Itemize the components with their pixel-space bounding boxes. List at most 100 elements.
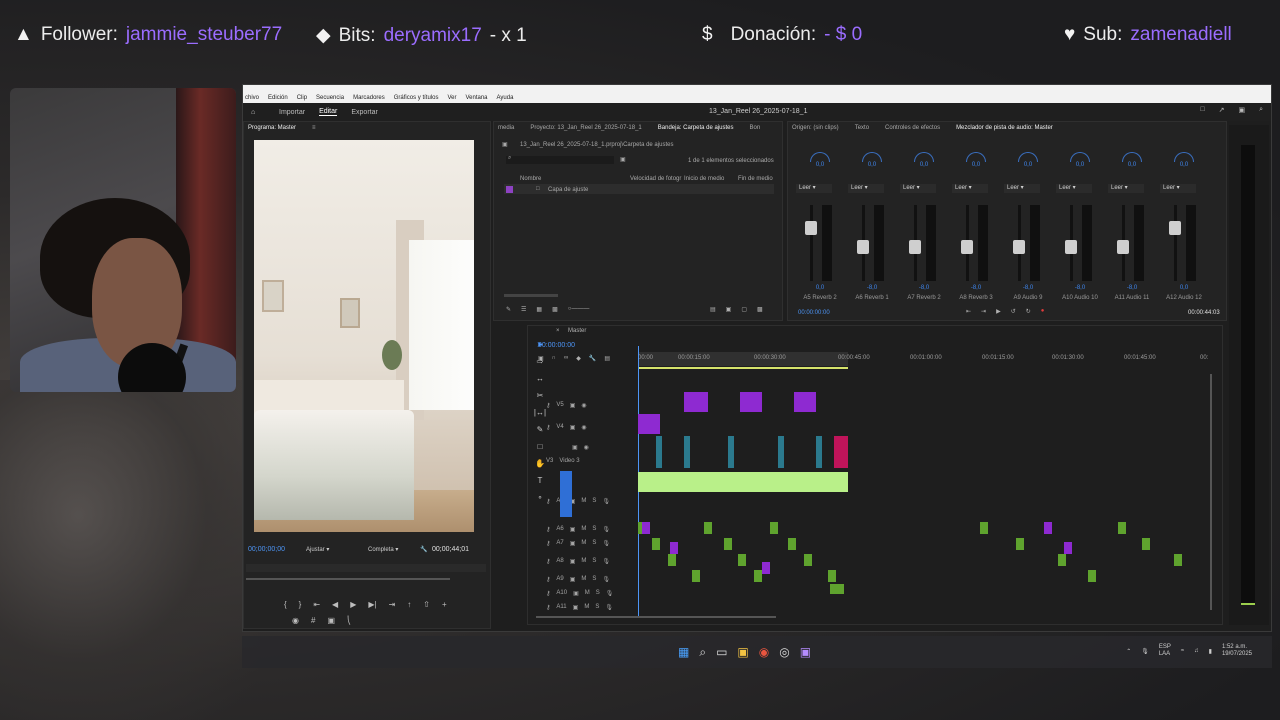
solo-button[interactable]: S bbox=[595, 604, 599, 610]
project-tab[interactable]: Proyecto: 13_Jan_Reel 26_2025-07-18_1 bbox=[530, 125, 641, 131]
fit-dropdown[interactable]: Ajustar ▾ bbox=[306, 546, 329, 553]
sync-icon[interactable]: ▣ bbox=[573, 590, 579, 597]
volume-icon[interactable]: ♫ bbox=[1194, 648, 1199, 654]
chrome-icon[interactable]: ◉ bbox=[759, 645, 769, 660]
work-area-bar[interactable] bbox=[638, 352, 848, 366]
sync-icon[interactable]: ▣ bbox=[570, 526, 576, 533]
type-tool-icon[interactable]: T bbox=[538, 476, 543, 485]
pan-knob[interactable] bbox=[914, 152, 934, 162]
project-tab[interactable]: Bon bbox=[749, 125, 760, 131]
sync-icon[interactable]: ▣ bbox=[570, 402, 576, 409]
lock-icon[interactable]: ⚷ bbox=[546, 526, 550, 533]
timeline-clip[interactable] bbox=[638, 414, 660, 434]
grid-icon[interactable]: # bbox=[311, 616, 315, 625]
timeline-clip[interactable] bbox=[834, 436, 848, 468]
mic-record-icon[interactable]: 🎙 bbox=[606, 590, 614, 597]
timeline-clip[interactable] bbox=[754, 570, 762, 582]
fader-knob[interactable] bbox=[1013, 239, 1025, 254]
sync-icon[interactable]: ▣ bbox=[572, 444, 578, 451]
timeline-clip[interactable] bbox=[1088, 570, 1096, 582]
fader-knob[interactable] bbox=[961, 239, 973, 254]
timeline-clip[interactable] bbox=[980, 522, 988, 534]
captions-icon[interactable]: ▤ bbox=[604, 355, 610, 362]
loop-play-icon[interactable]: ↺ bbox=[1011, 308, 1016, 315]
timeline-scrollbar[interactable] bbox=[536, 616, 776, 618]
mic-record-icon[interactable]: 🎙 bbox=[602, 540, 610, 547]
premiere-pro-icon[interactable]: ▣ bbox=[800, 645, 811, 660]
fader-knob[interactable] bbox=[1065, 239, 1077, 254]
program-current-timecode[interactable]: 00;00;00;00 bbox=[248, 546, 285, 553]
search-icon[interactable]: ⌕ bbox=[1259, 106, 1263, 114]
pan-knob[interactable] bbox=[862, 152, 882, 162]
timeline-clip[interactable] bbox=[684, 392, 708, 412]
timeline-timecode[interactable]: 00:00:00:00 bbox=[538, 342, 575, 349]
menu-item[interactable]: Secuencia bbox=[316, 95, 344, 101]
workspace-icon[interactable]: □ bbox=[1200, 106, 1204, 114]
bin-scrollbar[interactable] bbox=[504, 294, 558, 297]
mic-record-icon[interactable]: 🎙 bbox=[602, 526, 610, 533]
pan-knob[interactable] bbox=[1122, 152, 1142, 162]
pan-knob[interactable] bbox=[810, 152, 830, 162]
project-tab[interactable]: media bbox=[498, 125, 514, 131]
step-back-icon[interactable]: ◀ bbox=[332, 600, 338, 609]
record-icon[interactable]: ● bbox=[1041, 308, 1045, 315]
pan-knob[interactable] bbox=[1018, 152, 1038, 162]
channel-volume[interactable]: -8,0 bbox=[952, 285, 1000, 291]
wifi-icon[interactable]: ≈ bbox=[1181, 648, 1184, 654]
timeline-clip[interactable] bbox=[1142, 538, 1150, 550]
audio-track-header[interactable]: ⚷ A6 ▣ M S 🎙 bbox=[528, 522, 636, 536]
menu-item[interactable]: Ventana bbox=[465, 95, 487, 101]
timeline-clip[interactable] bbox=[762, 562, 770, 574]
timeline-clip[interactable] bbox=[788, 538, 796, 550]
track-v4[interactable]: ⚷ V4 ▣ ◉ bbox=[528, 420, 636, 434]
pan-knob[interactable] bbox=[966, 152, 986, 162]
panel-menu-icon[interactable]: ≡ bbox=[312, 125, 316, 131]
timeline-clip[interactable] bbox=[738, 554, 746, 566]
timeline-clip[interactable] bbox=[724, 538, 732, 550]
bin-item-row[interactable] bbox=[504, 184, 774, 194]
timeline-clip[interactable] bbox=[642, 522, 650, 534]
comparison-icon[interactable]: ⎝ bbox=[347, 616, 351, 625]
automation-dropdown[interactable]: Leer ▾ bbox=[1004, 184, 1040, 193]
fader-knob[interactable] bbox=[805, 220, 817, 235]
timeline-clip[interactable] bbox=[828, 570, 836, 582]
menu-item[interactable]: Gráficos y títulos bbox=[394, 95, 439, 101]
mute-button[interactable]: M bbox=[581, 558, 586, 564]
timeline-clip[interactable] bbox=[1174, 554, 1182, 566]
timeline-clip[interactable] bbox=[1058, 554, 1066, 566]
go-to-in-icon[interactable]: ⇤ bbox=[966, 308, 971, 315]
find-icon[interactable]: ▤ bbox=[710, 306, 716, 313]
timeline-clip[interactable] bbox=[728, 436, 734, 468]
audio-track-header[interactable]: ⚷ A11 ▣ M S 🎙 bbox=[528, 600, 636, 614]
menu-item[interactable]: Marcadores bbox=[353, 95, 385, 101]
sync-icon[interactable]: ▣ bbox=[573, 604, 579, 611]
safe-margins-icon[interactable]: ▣ bbox=[327, 616, 335, 625]
home-icon[interactable]: ⌂ bbox=[251, 109, 265, 116]
timeline-clip[interactable] bbox=[652, 538, 660, 550]
zoom-slider[interactable]: ○——— bbox=[568, 306, 590, 313]
mic-record-icon[interactable]: 🎙 bbox=[602, 558, 610, 565]
channel-volume[interactable]: 0,0 bbox=[1160, 285, 1208, 291]
timeline-clip[interactable] bbox=[830, 584, 844, 594]
lock-icon[interactable]: ⚷ bbox=[546, 498, 550, 505]
eye-icon[interactable]: ◉ bbox=[584, 444, 589, 451]
fader-knob[interactable] bbox=[909, 239, 921, 254]
column-frame-rate[interactable]: Velocidad de fotogr bbox=[630, 176, 681, 182]
close-sequence-icon[interactable]: × bbox=[556, 328, 560, 334]
automation-dropdown[interactable]: Leer ▾ bbox=[796, 184, 832, 193]
chevron-up-icon[interactable]: ⌃ bbox=[1126, 648, 1131, 655]
loop-icon[interactable]: ↻ bbox=[1026, 308, 1031, 315]
lock-icon[interactable]: ⚷ bbox=[546, 590, 550, 597]
tab-export[interactable]: Exportar bbox=[351, 109, 377, 116]
mark-in-icon[interactable]: { bbox=[284, 600, 287, 609]
task-view-icon[interactable]: ▭ bbox=[716, 645, 727, 660]
project-tab[interactable]: Bandeja: Carpeta de ajustes bbox=[658, 125, 734, 131]
timeline-clip[interactable] bbox=[1064, 542, 1072, 554]
zoom-scrollbar[interactable] bbox=[246, 578, 450, 580]
mixer-tab[interactable]: Mezclador de pista de audio: Master bbox=[956, 125, 1053, 131]
list-view-icon[interactable]: ☰ bbox=[521, 306, 526, 313]
icon-view-icon[interactable]: ▦ bbox=[536, 306, 542, 313]
source-patch-a1[interactable] bbox=[560, 471, 572, 517]
add-marker-icon[interactable]: ◆ bbox=[576, 355, 581, 362]
sync-icon[interactable]: ▣ bbox=[570, 576, 576, 583]
